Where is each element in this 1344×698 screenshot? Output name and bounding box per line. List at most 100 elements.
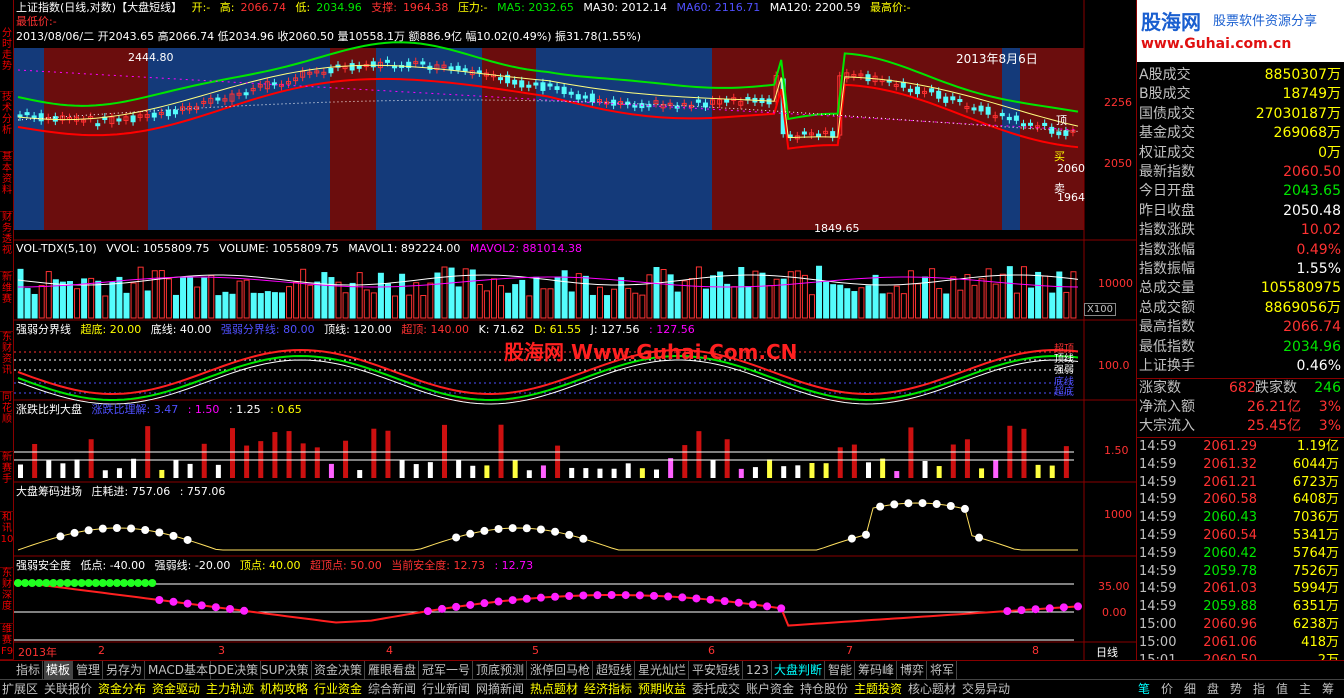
- candle-body: [914, 86, 920, 95]
- volume-bar: [271, 292, 278, 319]
- status-tab-7[interactable]: 综合新闻: [368, 680, 416, 698]
- volume-bar: [399, 273, 406, 319]
- candle-body: [328, 68, 334, 74]
- right-tab-3[interactable]: 盘: [1207, 680, 1219, 698]
- aq-magenta-dot: [565, 592, 574, 601]
- indicator-tab-9[interactable]: 冠军一号: [420, 661, 474, 680]
- indicator-tab-2[interactable]: 管理: [74, 661, 104, 680]
- volume-bar: [434, 272, 441, 319]
- stat-row: 最新指数 2060.50: [1137, 163, 1344, 182]
- left-tab-1[interactable]: 技术分析: [0, 92, 14, 152]
- indicator-tab-3[interactable]: 另存为: [104, 661, 146, 680]
- left-tab-9[interactable]: 东财深度: [0, 568, 14, 624]
- zd-bar: [908, 427, 914, 478]
- right-tab-8[interactable]: 筹: [1322, 680, 1334, 698]
- left-tab-0[interactable]: 分时走势: [0, 28, 14, 92]
- indicator-tab-19[interactable]: 博弈: [898, 661, 928, 680]
- volume-bar: [674, 291, 681, 319]
- volume-bar: [999, 273, 1006, 319]
- indicator-tab-18[interactable]: 筹码峰: [856, 661, 898, 680]
- left-tab-strip: 分时走势 技术分析 基本资料 财务透视 新维赛 东财资讯 同花顺 新赛手 和讯10 东财深度 维赛F…: [0, 0, 14, 660]
- left-tab-7[interactable]: 新赛手: [0, 452, 14, 512]
- candle-body: [243, 92, 249, 96]
- tick-volume: 1.19亿: [1297, 439, 1339, 454]
- candle-body: [1056, 131, 1062, 136]
- zd-bar: [498, 424, 504, 478]
- status-tab-11[interactable]: 经济指标: [584, 680, 632, 698]
- volume-bar: [476, 283, 483, 319]
- tick-volume: 7036万: [1292, 510, 1339, 526]
- status-tab-5[interactable]: 机构攻略: [260, 680, 308, 698]
- right-tab-6[interactable]: 值: [1276, 680, 1288, 698]
- status-tab-8[interactable]: 行业新闻: [422, 680, 470, 698]
- right-tab-5[interactable]: 指: [1253, 680, 1265, 698]
- aq-green-dot: [134, 579, 143, 587]
- indicator-tab-13[interactable]: 星光灿烂: [636, 661, 690, 680]
- indicator-tab-5[interactable]: DDE决策: [206, 661, 262, 680]
- left-tab-5[interactable]: 东财资讯: [0, 332, 14, 392]
- right-tab-0[interactable]: 笔: [1138, 680, 1150, 698]
- status-tab-4[interactable]: 主力轨迹: [206, 680, 254, 698]
- left-tab-6[interactable]: 同花顺: [0, 392, 14, 452]
- zd-bar: [823, 463, 829, 478]
- status-tab-3[interactable]: 资金驱动: [152, 680, 200, 698]
- time-mode[interactable]: 日线: [1096, 644, 1118, 660]
- indicator-tab-11[interactable]: 涨停回马枪: [528, 661, 594, 680]
- indicator-tab-12[interactable]: 超短线: [594, 661, 636, 680]
- left-tab-10[interactable]: 维赛F9: [0, 624, 14, 660]
- qr-j2: : 127.56: [649, 323, 695, 336]
- ma30-label: MA30: 2012.14: [583, 1, 668, 14]
- status-tab-9[interactable]: 网摘新闻: [476, 680, 524, 698]
- indicator-tab-14[interactable]: 平安短线: [690, 661, 744, 680]
- info-text: 2013/08/06/二 开2043.65 高2066.74 低2034.96 …: [16, 30, 642, 43]
- indicator-tab-10[interactable]: 顶底预测: [474, 661, 528, 680]
- indicator-tab-20[interactable]: 将军: [928, 661, 958, 680]
- qr-cd: 超底: 20.00: [80, 323, 142, 336]
- status-tab-6[interactable]: 行业资金: [314, 680, 362, 698]
- status-tab-17[interactable]: 核心题材: [908, 680, 956, 698]
- time-axis: 2013年 2 3 4 5 6 7 8: [14, 644, 1136, 660]
- volume-bar: [243, 279, 250, 319]
- indicator-tab-6[interactable]: SUP决策: [259, 661, 312, 680]
- aq-magenta-dot: [438, 604, 446, 613]
- status-tab-1[interactable]: 关联报价: [44, 680, 92, 698]
- tick-list[interactable]: 14:59 2061.29 1.19亿 14:59 2061.32 6044万 14:59 2…: [1137, 437, 1344, 668]
- indicator-tab-8[interactable]: 雁眼看盘: [366, 661, 420, 680]
- status-tab-0[interactable]: 扩展区: [2, 680, 38, 698]
- indicator-tab-7[interactable]: 资金决策: [312, 661, 366, 680]
- indicator-tab-15[interactable]: 123: [744, 661, 772, 680]
- status-tab-15[interactable]: 持仓股份: [800, 680, 848, 698]
- status-tab-2[interactable]: 资金分布: [98, 680, 146, 698]
- price-label-sell: 卖: [1054, 182, 1065, 195]
- indicator-tab-0[interactable]: 指标: [14, 661, 44, 680]
- volume-bar: [611, 288, 618, 319]
- status-tab-16[interactable]: 主题投资: [854, 680, 902, 698]
- right-tab-1[interactable]: 价: [1161, 680, 1173, 698]
- candle-body: [130, 115, 136, 123]
- indicator-tab-17[interactable]: 智能: [826, 661, 856, 680]
- aq-magenta-dot: [706, 595, 715, 604]
- left-tab-2[interactable]: 基本资料: [0, 152, 14, 212]
- volume-bar: [872, 274, 879, 319]
- volume-bar: [688, 278, 695, 319]
- candle-body: [589, 93, 595, 103]
- right-tab-7[interactable]: 主: [1299, 680, 1311, 698]
- right-tab-2[interactable]: 细: [1184, 680, 1196, 698]
- status-tab-18[interactable]: 交易异动: [962, 680, 1010, 698]
- status-tab-10[interactable]: 热点题材: [530, 680, 578, 698]
- left-tab-4[interactable]: 新维赛: [0, 272, 14, 332]
- indicator-tab-1[interactable]: 模板: [44, 661, 74, 680]
- left-tab-8[interactable]: 和讯10: [0, 512, 14, 568]
- status-tab-14[interactable]: 账户资金: [746, 680, 794, 698]
- indicator-tab-16[interactable]: 大盘判断: [772, 661, 826, 680]
- indicator-tab-4[interactable]: MACD基本: [146, 661, 211, 680]
- left-tab-3[interactable]: 财务透视: [0, 212, 14, 272]
- status-tab-13[interactable]: 委托成交: [692, 680, 740, 698]
- mavol2-label: MAVOL2: 881014.38: [469, 242, 583, 255]
- aq-magenta-dot: [1059, 603, 1068, 612]
- right-tab-4[interactable]: 势: [1230, 680, 1242, 698]
- aq-magenta-dot: [169, 597, 178, 606]
- zd-bar: [526, 470, 532, 478]
- zd-bar: [936, 466, 942, 478]
- status-tab-12[interactable]: 预期收益: [638, 680, 686, 698]
